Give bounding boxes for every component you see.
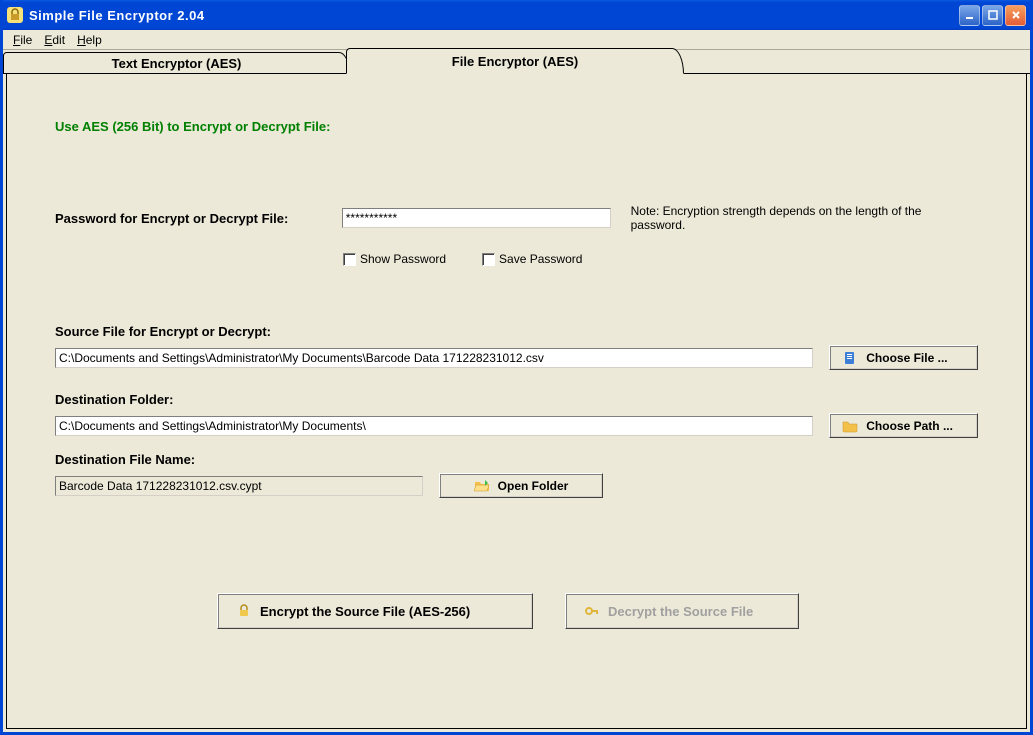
- dest-file-label: Destination File Name:: [55, 452, 978, 467]
- password-input[interactable]: [342, 208, 611, 228]
- close-button[interactable]: [1005, 5, 1026, 26]
- tab-content: Use AES (256 Bit) to Encrypt or Decrypt …: [6, 74, 1027, 729]
- titlebar: Simple File Encryptor 2.04: [3, 0, 1030, 30]
- choose-file-button[interactable]: Choose File ...: [829, 345, 978, 370]
- dest-folder-label: Destination Folder:: [55, 392, 978, 407]
- checkbox-label: Show Password: [360, 252, 446, 266]
- lock-icon: [7, 7, 23, 23]
- decrypt-button[interactable]: Decrypt the Source File: [565, 593, 799, 629]
- button-label: Choose Path ...: [866, 419, 953, 433]
- minimize-button[interactable]: [959, 5, 980, 26]
- button-label: Open Folder: [498, 479, 569, 493]
- checkbox-label: Save Password: [499, 252, 582, 266]
- lock-icon: [236, 603, 252, 619]
- source-file-input[interactable]: [55, 348, 813, 368]
- menu-edit[interactable]: Edit: [38, 32, 71, 48]
- menubar: File Edit Help: [3, 30, 1030, 50]
- tab-label: Text Encryptor (AES): [112, 56, 242, 71]
- open-folder-button[interactable]: Open Folder: [439, 473, 603, 498]
- button-label: Encrypt the Source File (AES-256): [260, 604, 470, 619]
- checkbox-icon: [343, 253, 356, 266]
- encrypt-button[interactable]: Encrypt the Source File (AES-256): [217, 593, 533, 629]
- save-password-checkbox[interactable]: Save Password: [482, 252, 582, 266]
- tab-strip: Text Encryptor (AES) File Encryptor (AES…: [3, 50, 1030, 74]
- password-note: Note: Encryption strength depends on the…: [631, 204, 978, 232]
- button-label: Choose File ...: [866, 351, 947, 365]
- choose-path-button[interactable]: Choose Path ...: [829, 413, 978, 438]
- source-file-label: Source File for Encrypt or Decrypt:: [55, 324, 978, 339]
- maximize-button[interactable]: [982, 5, 1003, 26]
- dest-file-name: [55, 476, 423, 496]
- dest-folder-input[interactable]: [55, 416, 813, 436]
- password-label: Password for Encrypt or Decrypt File:: [55, 211, 342, 226]
- button-label: Decrypt the Source File: [608, 604, 753, 619]
- menu-help[interactable]: Help: [71, 32, 108, 48]
- menu-file[interactable]: File: [7, 32, 38, 48]
- key-icon: [584, 603, 600, 619]
- tab-text-encryptor[interactable]: Text Encryptor (AES): [3, 52, 350, 74]
- tab-file-encryptor[interactable]: File Encryptor (AES): [346, 48, 684, 74]
- window-title: Simple File Encryptor 2.04: [29, 8, 205, 23]
- tab-label: File Encryptor (AES): [452, 54, 578, 69]
- app-window: Simple File Encryptor 2.04 File Edit Hel…: [0, 0, 1033, 735]
- checkbox-icon: [482, 253, 495, 266]
- file-icon: [842, 350, 858, 366]
- open-folder-icon: [474, 478, 490, 494]
- folder-icon: [842, 418, 858, 434]
- show-password-checkbox[interactable]: Show Password: [343, 252, 446, 266]
- page-heading: Use AES (256 Bit) to Encrypt or Decrypt …: [55, 119, 978, 134]
